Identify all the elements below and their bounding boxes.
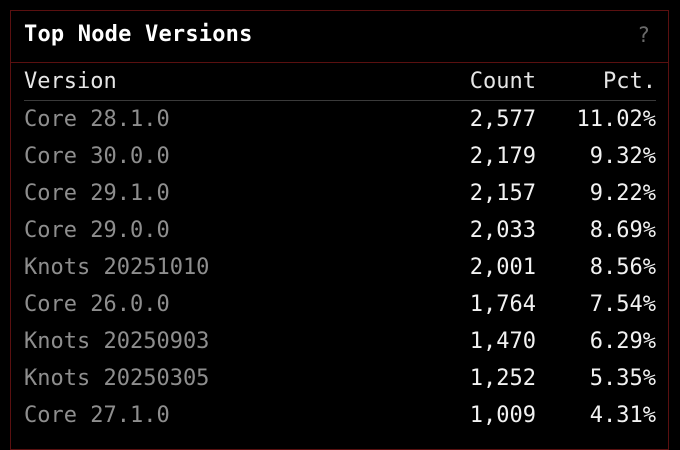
- count-cell: 1,009: [469, 403, 536, 428]
- column-header-pct[interactable]: Pct.: [536, 63, 656, 101]
- version-cell: Knots 20250903: [24, 329, 210, 354]
- table-row[interactable]: Knots 20250305 1,252 5.35%: [24, 360, 656, 397]
- version-cell: Core 28.1.0: [24, 107, 170, 132]
- pct-cell: 5.35%: [589, 366, 656, 391]
- table-row[interactable]: Knots 20251010 2,001 8.56%: [24, 249, 656, 286]
- count-cell: 2,157: [469, 181, 536, 206]
- pct-cell: 7.54%: [589, 292, 656, 317]
- version-cell: Core 29.0.0: [24, 218, 170, 243]
- count-cell: 1,470: [469, 329, 536, 354]
- count-cell: 2,179: [469, 144, 536, 169]
- pct-cell: 4.31%: [589, 403, 656, 428]
- count-cell: 2,001: [469, 255, 536, 280]
- pct-cell: 11.02%: [576, 107, 656, 132]
- column-header-version[interactable]: Version: [24, 63, 414, 101]
- version-cell: Core 26.0.0: [24, 292, 170, 317]
- table-row[interactable]: Core 28.1.0 2,577 11.02%: [24, 101, 656, 139]
- table-row[interactable]: Core 29.0.0 2,033 8.69%: [24, 212, 656, 249]
- help-icon[interactable]: ?: [637, 23, 650, 47]
- count-cell: 2,577: [469, 107, 536, 132]
- pct-cell: 9.32%: [589, 144, 656, 169]
- pct-cell: 8.56%: [589, 255, 656, 280]
- table-row[interactable]: Core 30.0.0 2,179 9.32%: [24, 138, 656, 175]
- versions-table: Version Count Pct. Core 28.1.0 2,577 11.…: [24, 63, 656, 434]
- version-cell: Core 29.1.0: [24, 181, 170, 206]
- table-row[interactable]: Knots 20250903 1,470 6.29%: [24, 323, 656, 360]
- top-node-versions-panel: Top Node Versions ? Version Count Pct. C…: [10, 10, 669, 450]
- table-header: Version Count Pct.: [24, 63, 656, 101]
- table-row[interactable]: Core 29.1.0 2,157 9.22%: [24, 175, 656, 212]
- panel-header: Top Node Versions ?: [11, 11, 668, 63]
- pct-cell: 8.69%: [589, 218, 656, 243]
- version-cell: Core 30.0.0: [24, 144, 170, 169]
- count-cell: 1,764: [469, 292, 536, 317]
- count-cell: 2,033: [469, 218, 536, 243]
- panel-title: Top Node Versions: [24, 22, 253, 47]
- pct-cell: 9.22%: [589, 181, 656, 206]
- table-row[interactable]: Core 27.1.0 1,009 4.31%: [24, 397, 656, 434]
- version-cell: Knots 20251010: [24, 255, 210, 280]
- table-row[interactable]: Core 26.0.0 1,764 7.54%: [24, 286, 656, 323]
- column-header-count[interactable]: Count: [414, 63, 536, 101]
- count-cell: 1,252: [469, 366, 536, 391]
- table-body: Core 28.1.0 2,577 11.02% Core 30.0.0 2,1…: [24, 101, 656, 435]
- version-cell: Core 27.1.0: [24, 403, 170, 428]
- version-cell: Knots 20250305: [24, 366, 210, 391]
- header-row: Version Count Pct.: [24, 63, 656, 101]
- pct-cell: 6.29%: [589, 329, 656, 354]
